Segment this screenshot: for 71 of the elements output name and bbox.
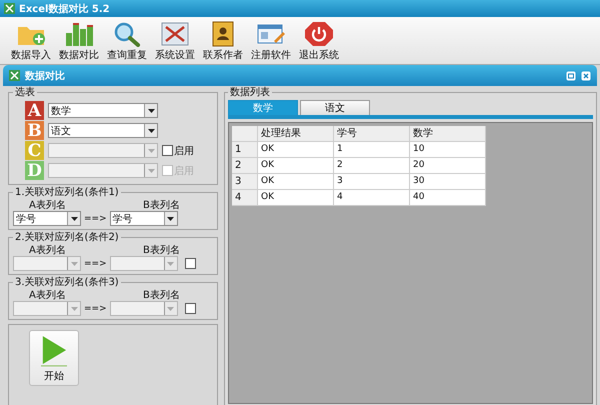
table-cell: 2: [334, 158, 410, 174]
start-button[interactable]: 开始: [29, 330, 79, 386]
caret-icon: [167, 306, 174, 310]
arrow-text: ==>: [84, 304, 107, 314]
toolbar-button[interactable]: 联系作者: [200, 21, 246, 62]
caret-icon: [167, 262, 174, 266]
table-cell: OK: [258, 174, 334, 190]
row-number: 4: [232, 190, 258, 206]
column-label: B表列名: [142, 245, 180, 256]
letter-tile: D: [25, 161, 44, 180]
row-number: 2: [232, 158, 258, 174]
caret-icon: [148, 108, 154, 112]
panel-title: 数据对比: [25, 70, 66, 82]
row-number: 3: [232, 174, 258, 190]
table-cell: OK: [258, 158, 334, 174]
bar-chart-icon: [64, 21, 94, 47]
group-title: 3.关联对应列名(条件3): [14, 277, 120, 288]
app-icon: [4, 3, 15, 14]
letter-tile: B: [25, 121, 44, 140]
column-label: B表列名: [142, 290, 180, 301]
group-title: 选表: [14, 87, 36, 98]
caret-icon: [167, 216, 174, 220]
caret-icon: [70, 306, 78, 310]
toolbar-button[interactable]: 数据导入: [8, 21, 54, 62]
group-title: 1.关联对应列名(条件1): [14, 187, 120, 198]
toolbar-button[interactable]: 数据对比: [56, 21, 102, 62]
dropdown[interactable]: 数学: [48, 103, 158, 118]
table-cell: 40: [410, 190, 486, 206]
row-number: 1: [232, 142, 258, 158]
dropdown[interactable]: 语文: [48, 123, 158, 138]
table-cell: OK: [258, 142, 334, 158]
column-header: 数学: [410, 126, 486, 142]
table-cell: 4: [334, 190, 410, 206]
group-title: 2.关联对应列名(条件2): [14, 232, 120, 243]
caret-icon: [148, 148, 154, 152]
column-header: 处理结果: [258, 126, 334, 142]
column-label: B表列名: [142, 200, 180, 211]
table-cell: 30: [410, 174, 486, 190]
toolbar-button[interactable]: 注册软件: [248, 21, 294, 62]
search-icon: [112, 21, 142, 47]
dropdown[interactable]: 学号: [110, 211, 178, 226]
caret-icon: [70, 262, 78, 266]
dropdown[interactable]: 学号: [13, 211, 81, 226]
restore-icon[interactable]: [566, 70, 576, 80]
column-label: A表列名: [28, 245, 67, 256]
window-title: Excel数据对比 5.2: [19, 2, 110, 16]
column-label: A表列名: [28, 290, 67, 301]
caret-icon: [148, 168, 154, 172]
power-icon: [304, 21, 334, 47]
app-icon: [9, 70, 20, 81]
corner-cell: [232, 126, 258, 142]
caret-icon: [148, 128, 154, 132]
play-icon: [41, 335, 67, 367]
table-cell: 20: [410, 158, 486, 174]
column-header: 学号: [334, 126, 410, 142]
caret-icon: [70, 216, 78, 220]
letter-tile: A: [25, 101, 44, 120]
table-cell: OK: [258, 190, 334, 206]
arrow-text: ==>: [84, 258, 107, 268]
toolbar-button[interactable]: 系统设置: [152, 21, 198, 62]
table-cell: 10: [410, 142, 486, 158]
close-icon[interactable]: [581, 70, 591, 80]
tab[interactable]: 语文: [300, 100, 370, 115]
toolbar-button[interactable]: 退出系统: [296, 21, 342, 62]
arrow-text: ==>: [84, 214, 107, 224]
toolbar-button[interactable]: 查询重复: [104, 21, 150, 62]
table-cell: 1: [334, 142, 410, 158]
table-cell: 3: [334, 174, 410, 190]
letter-tile: C: [25, 141, 44, 160]
column-label: A表列名: [28, 200, 67, 211]
group-title: 数据列表: [229, 87, 271, 98]
